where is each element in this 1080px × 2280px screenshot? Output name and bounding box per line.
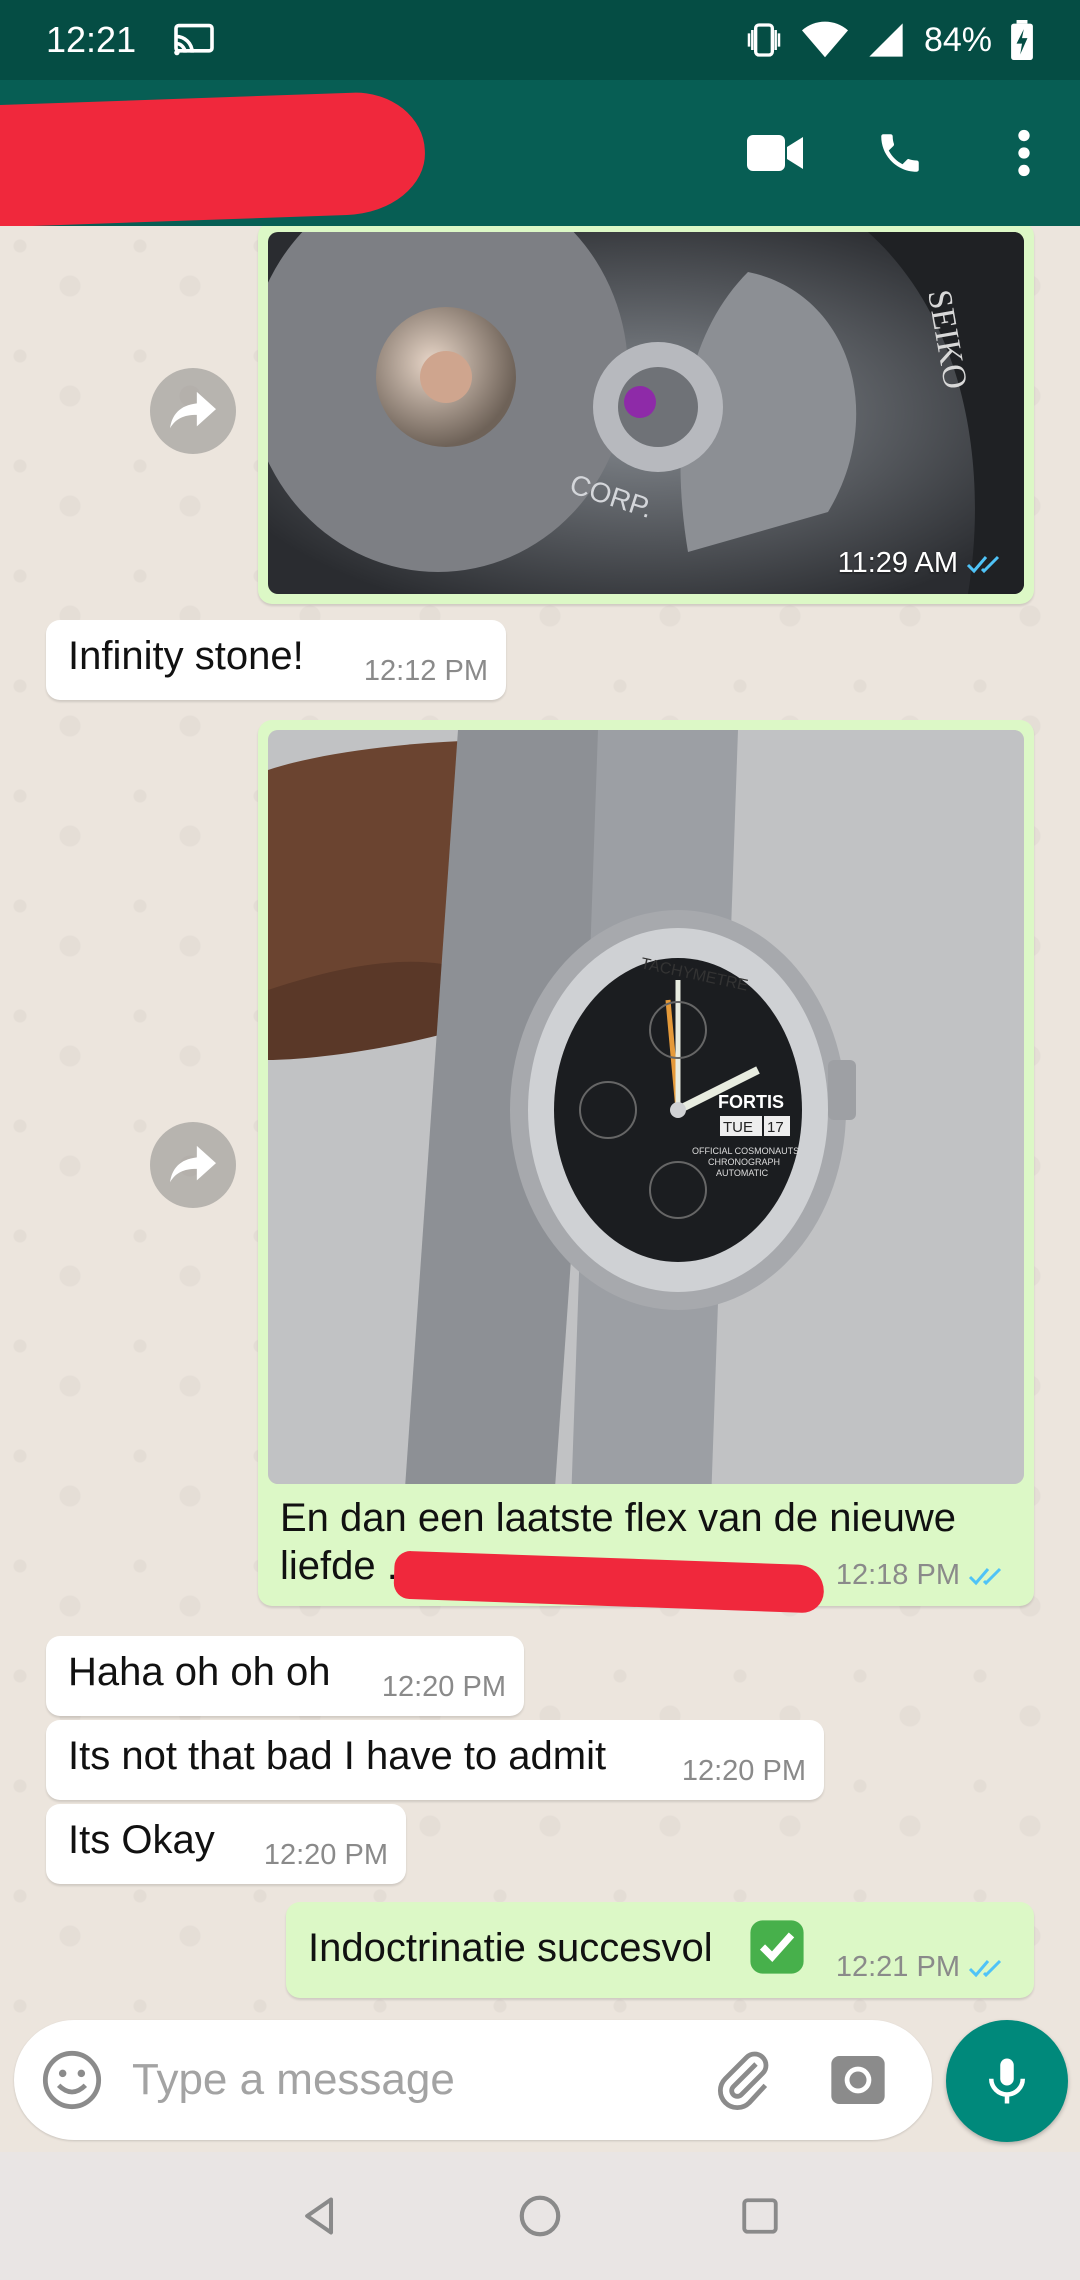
phone-icon	[881, 134, 919, 172]
microphone-icon	[989, 2058, 1025, 2104]
signal-icon	[869, 23, 903, 57]
voice-message-button[interactable]	[946, 2020, 1068, 2142]
wifi-icon	[801, 21, 848, 58]
message-time: 12:21 PM	[836, 1951, 1008, 1984]
home-button[interactable]	[510, 2186, 570, 2246]
message-text: Its not that bad I have to admit	[68, 1734, 607, 1778]
message-bubble-incoming[interactable]: Haha oh oh oh 12:20 PM	[46, 1636, 524, 1716]
vibrate-icon	[747, 23, 781, 57]
forward-arrow-icon	[170, 391, 216, 429]
camera-button[interactable]	[826, 2048, 890, 2112]
paperclip-icon	[717, 2051, 769, 2111]
message-bubble-incoming[interactable]: Its not that bad I have to admit 12:20 P…	[46, 1720, 824, 1800]
status-time: 12:21	[46, 19, 137, 60]
message-time: 12:20 PM	[263, 1839, 388, 1871]
battery-percentage: 84%	[923, 20, 992, 59]
recents-button[interactable]	[730, 2186, 790, 2246]
read-ticks-icon	[968, 1959, 1002, 1977]
watch-brand-text: FORTIS	[718, 1092, 784, 1112]
back-triangle-icon	[305, 2197, 334, 2235]
back-button[interactable]	[290, 2186, 350, 2246]
message-time: 12:20 PM	[681, 1755, 806, 1787]
status-bar: 12:21 84%	[0, 0, 1080, 80]
message-time: 12:20 PM	[381, 1671, 506, 1703]
voice-call-button[interactable]	[864, 117, 936, 189]
forward-arrow-icon	[170, 1145, 216, 1183]
cast-icon	[174, 23, 214, 56]
battery-charging-icon	[1011, 20, 1033, 60]
system-navigation-bar	[0, 2152, 1080, 2280]
forward-button[interactable]	[150, 368, 236, 454]
message-time: 12:12 PM	[363, 655, 488, 687]
message-bubble-outgoing[interactable]: Indoctrinatie succesvol 12:21 PM	[286, 1902, 1034, 1998]
message-text: Its Okay	[68, 1818, 215, 1862]
message-text: Haha oh oh oh	[68, 1650, 331, 1694]
watch-dial-text: OFFICIAL COSMONAUTS	[692, 1146, 799, 1156]
watch-day-text: TUE	[723, 1119, 753, 1136]
message-input[interactable]	[132, 2055, 692, 2105]
message-bubble-outgoing-photo[interactable]: FORTIS TUE 17 OFFICIAL COSMONAUTS CHRONO…	[258, 720, 1034, 1614]
recents-square-icon	[742, 2198, 778, 2234]
message-text: Indoctrinatie succesvol	[308, 1926, 713, 1970]
attach-button[interactable]	[712, 2048, 776, 2112]
movement-image: CORP. SEIKO	[268, 232, 1024, 594]
forward-button[interactable]	[150, 1122, 236, 1208]
more-options-button[interactable]	[988, 117, 1060, 189]
watch-movement-photo[interactable]: CORP. SEIKO 11:29 AM	[268, 232, 1024, 594]
message-list[interactable]: CORP. SEIKO 11:29 AM Infinity stone! 12:…	[0, 226, 1080, 2016]
emoji-icon	[42, 2050, 102, 2110]
read-ticks-icon	[966, 555, 1000, 573]
video-camera-icon	[747, 135, 803, 171]
message-bubble-incoming[interactable]: Its Okay 12:20 PM	[46, 1804, 406, 1884]
message-time: 12:18 PM	[836, 1559, 1008, 1592]
video-call-button[interactable]	[740, 117, 812, 189]
chat-header	[0, 80, 1080, 228]
watch-dial-text: CHRONOGRAPH	[708, 1157, 780, 1167]
watch-date-text: 17	[767, 1119, 784, 1136]
read-ticks-icon	[968, 1567, 1002, 1585]
emoji-button[interactable]	[40, 2048, 104, 2112]
message-composer	[14, 2020, 932, 2140]
check-mark-button-emoji	[750, 1920, 804, 1974]
redacted-contact-name[interactable]	[0, 90, 427, 228]
message-bubble-outgoing-photo[interactable]: CORP. SEIKO 11:29 AM	[258, 226, 1034, 604]
more-vert-icon	[1018, 129, 1030, 177]
message-text: Infinity stone!	[68, 634, 304, 678]
camera-icon	[831, 2056, 885, 2104]
watch-dial-text: AUTOMATIC	[716, 1168, 769, 1178]
message-bubble-incoming[interactable]: Infinity stone! 12:12 PM	[46, 620, 506, 700]
watch-image: FORTIS TUE 17 OFFICIAL COSMONAUTS CHRONO…	[268, 730, 1024, 1484]
home-circle-icon	[519, 2195, 561, 2237]
fortis-watch-photo[interactable]: FORTIS TUE 17 OFFICIAL COSMONAUTS CHRONO…	[268, 730, 1024, 1484]
message-time: 11:29 AM	[838, 547, 1006, 580]
